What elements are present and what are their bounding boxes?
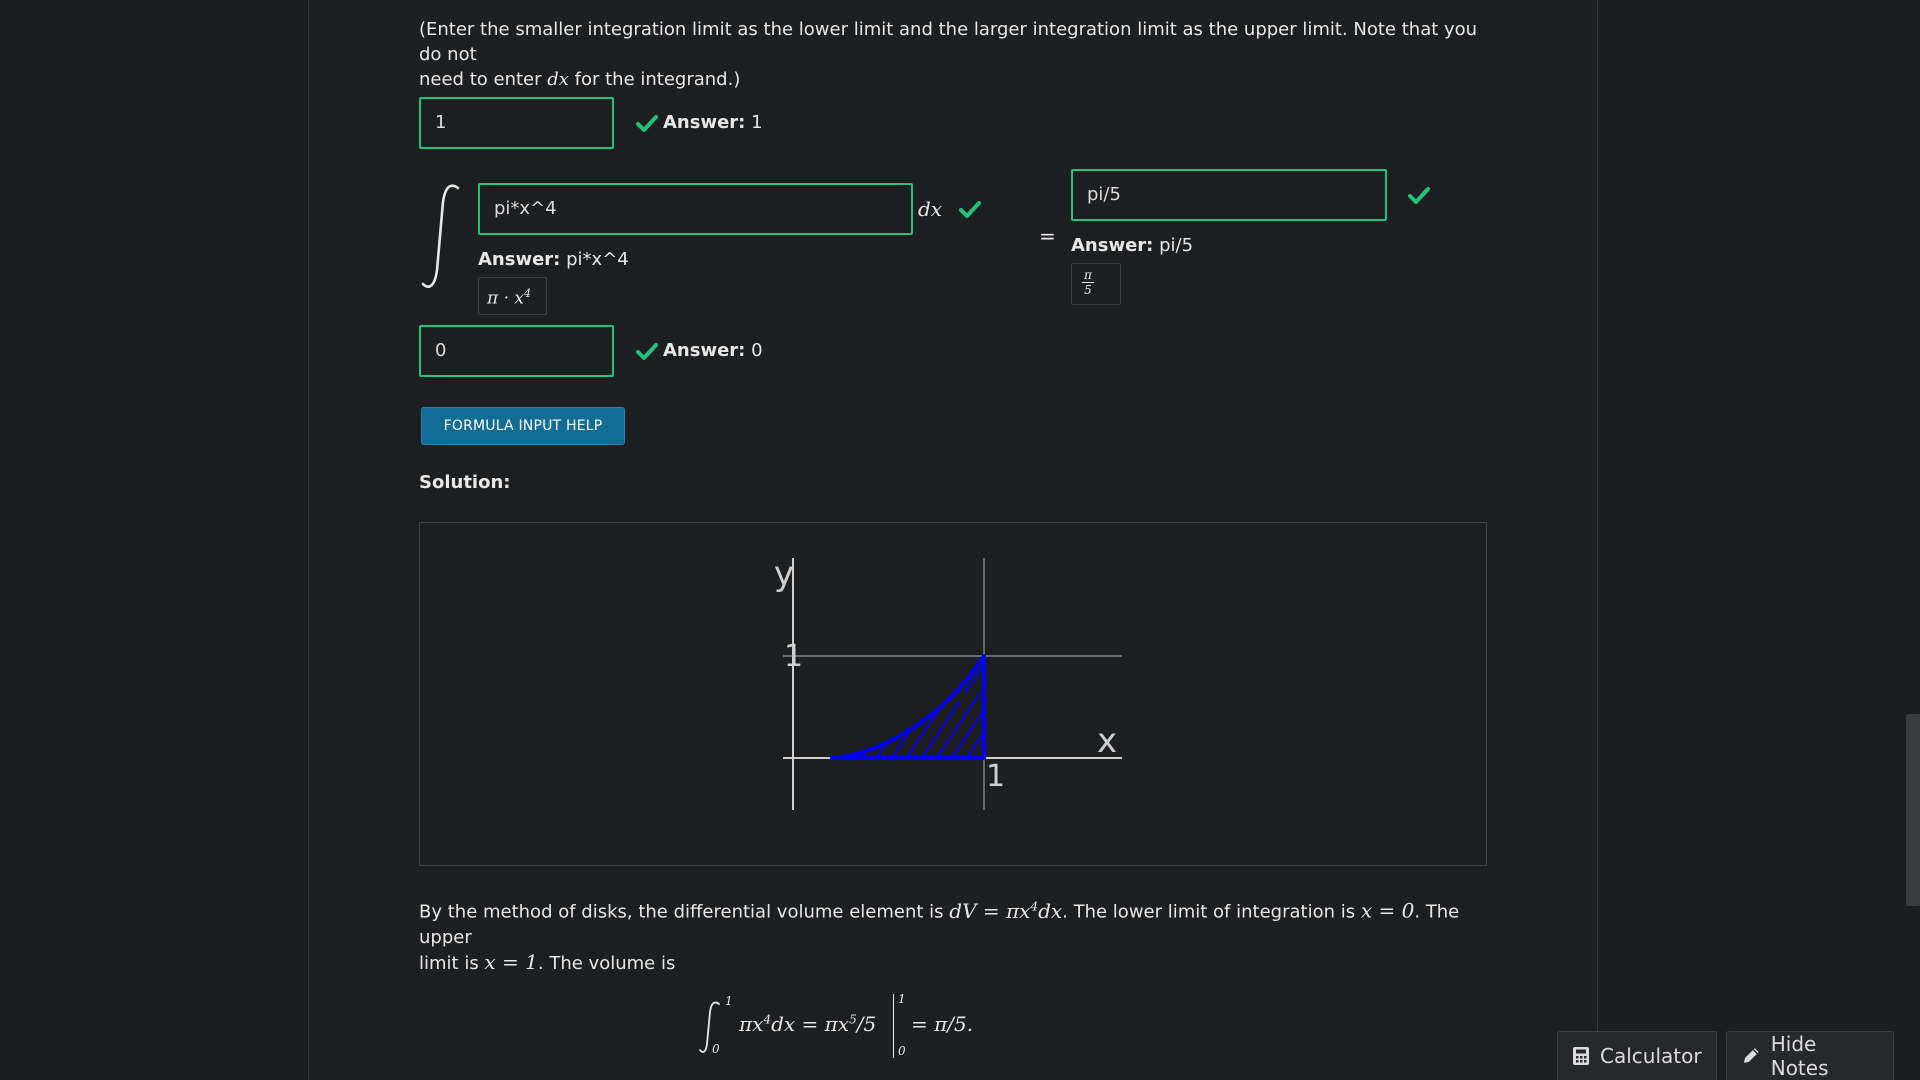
instruction-line-1: (Enter the smaller integration limit as …	[419, 19, 1478, 65]
answer-value: 1	[751, 112, 763, 133]
preview-exponent: 4	[523, 287, 531, 300]
dx-label: dx	[918, 197, 943, 221]
preview-numerator: π	[1082, 268, 1094, 283]
math-part: dV = πx	[949, 898, 1031, 923]
explanation-line-1: By the method of disks, the differential…	[419, 894, 1499, 950]
explanation-math-lower: x = 0	[1360, 898, 1415, 923]
instruction-text-post: for the integrand.)	[568, 69, 741, 90]
integrand-input[interactable]: pi*x^4	[478, 183, 913, 235]
formula-input-help-button[interactable]: FORMULA INPUT HELP	[421, 407, 625, 445]
instruction-text-pre: need to enter	[419, 69, 548, 90]
result-preview: π 5	[1071, 263, 1121, 305]
result-input[interactable]: pi/5	[1071, 169, 1387, 221]
answer-label: Answer:	[663, 340, 746, 361]
check-icon	[636, 343, 658, 360]
instruction-line-2: need to enter dx for the integrand.)	[419, 67, 1499, 92]
volume-formula: 1 0 πx4dx = πx5/5 1 0 = π/5.	[695, 992, 1015, 1060]
result-answer: Answer: pi/5	[1071, 235, 1193, 256]
instruction-text: (Enter the smaller integration limit as …	[419, 17, 1499, 92]
integrand-answer: Answer: pi*x^4	[478, 249, 629, 270]
explanation-text-5: . The volume is	[537, 952, 676, 974]
explanation-math-dv: dV = πx4dx	[949, 899, 1062, 923]
upper-limit-input[interactable]: 1	[419, 97, 614, 149]
preview-denominator: 5	[1084, 283, 1092, 297]
explanation-text: By the method of disks, the differential…	[419, 894, 1499, 976]
calculator-icon	[1573, 1047, 1589, 1065]
explanation-text-1: By the method of disks, the differential…	[419, 901, 950, 923]
formula-result: = π/5.	[911, 1012, 974, 1036]
answer-value: pi*x^4	[566, 249, 629, 270]
math-part: dx	[1038, 898, 1063, 923]
pencil-icon	[1743, 1048, 1759, 1063]
equals-sign: =	[1039, 224, 1056, 248]
answer-label: Answer:	[1071, 235, 1154, 256]
solution-graph: y x 1 1	[774, 554, 1122, 810]
evaluation-lower: 0	[898, 1044, 906, 1058]
explanation-text-4: limit is	[419, 952, 485, 974]
answer-label: Answer:	[663, 112, 746, 133]
explanation-text-2: . The lower limit of integration is	[1062, 901, 1361, 923]
answer-value: pi/5	[1159, 235, 1194, 256]
answer-label: Answer:	[478, 249, 561, 270]
hide-notes-button[interactable]: Hide Notes	[1726, 1031, 1894, 1080]
hide-notes-label: Hide Notes	[1770, 1032, 1829, 1080]
explanation-line-2: limit is x = 1. The volume is	[419, 950, 1499, 976]
explanation-math-upper: x = 1	[484, 949, 538, 974]
solution-label: Solution:	[419, 472, 511, 493]
integrand-preview-math: π · x4	[487, 287, 531, 309]
formula-exponent: 5	[849, 1012, 857, 1027]
check-icon	[636, 115, 658, 132]
formula-body: πx4dx = πx5/5	[739, 1012, 876, 1036]
instruction-math-dx: dx	[547, 69, 569, 90]
formula-upper-limit: 1	[725, 994, 733, 1008]
formula-part: dx = πx	[771, 1012, 850, 1036]
calculator-button[interactable]: Calculator	[1557, 1031, 1717, 1080]
evaluation-upper: 1	[898, 992, 906, 1006]
answer-value: 0	[751, 340, 763, 361]
evaluation-bar	[893, 994, 894, 1058]
check-icon	[959, 201, 981, 218]
x-tick-label: 1	[986, 759, 1005, 794]
scrollbar-thumb[interactable]	[1906, 714, 1920, 906]
check-icon	[1408, 187, 1430, 204]
y-axis-label: y	[774, 554, 794, 594]
integrand-preview: π · x4	[478, 277, 547, 315]
y-tick-label: 1	[784, 639, 803, 674]
formula-lower-limit: 0	[712, 1042, 720, 1056]
upper-limit-answer: Answer: 1	[663, 112, 763, 133]
formula-exponent: 4	[763, 1012, 772, 1027]
calculator-label: Calculator	[1600, 1044, 1702, 1068]
math-exponent: 4	[1030, 899, 1039, 913]
formula-part: πx	[739, 1012, 764, 1036]
preview-base: π · x	[487, 288, 524, 309]
lower-limit-answer: Answer: 0	[663, 340, 763, 361]
solution-graph-box: y x 1 1	[419, 522, 1487, 866]
lower-limit-input[interactable]: 0	[419, 325, 614, 377]
x-axis-label: x	[1097, 721, 1117, 761]
preview-fraction: π 5	[1072, 268, 1104, 297]
formula-part: /5	[856, 1012, 877, 1036]
integral-sign-icon	[421, 184, 460, 288]
